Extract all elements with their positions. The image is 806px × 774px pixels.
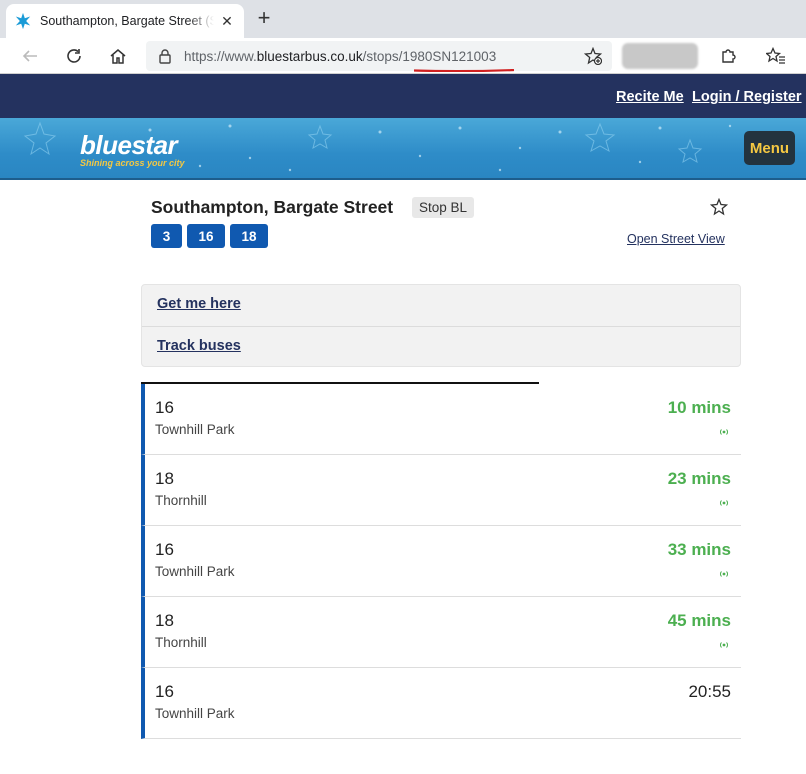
departure-destination: Townhill Park xyxy=(155,706,235,721)
route-pill-3[interactable]: 3 xyxy=(151,224,182,248)
departure-row[interactable]: 18 Thornhill 45 mins xyxy=(141,597,741,668)
live-tracking-icon xyxy=(719,500,729,506)
departure-time: 23 mins xyxy=(667,469,731,488)
live-tracking-icon xyxy=(719,571,729,577)
departure-route: 16 xyxy=(155,398,174,417)
departure-route: 18 xyxy=(155,611,174,630)
new-tab-icon[interactable]: + xyxy=(252,5,276,30)
open-street-view-link[interactable]: Open Street View xyxy=(627,232,725,246)
recite-me-link[interactable]: Recite Me xyxy=(616,89,684,105)
departure-time: 10 mins xyxy=(667,398,731,417)
track-buses-link[interactable]: Track buses xyxy=(157,338,241,354)
login-register-link[interactable]: Login / Register xyxy=(692,89,802,105)
divider xyxy=(142,326,740,327)
departure-destination: Thornhill xyxy=(155,635,207,650)
menu-button[interactable]: Menu xyxy=(744,131,795,165)
departure-route: 18 xyxy=(155,469,174,488)
stop-actions-panel: Get me here Track buses xyxy=(141,284,741,367)
get-me-here-link[interactable]: Get me here xyxy=(157,296,241,312)
url-text[interactable]: https://www.bluestarbus.co.uk/stops/1980… xyxy=(184,49,514,72)
tab-title: Southampton, Bargate Street (Sto xyxy=(40,14,214,28)
departure-time: 45 mins xyxy=(667,611,731,630)
departure-row[interactable]: 16 Townhill Park 20:55 xyxy=(141,668,741,739)
logo-text: bluestar xyxy=(80,130,178,160)
departure-destination: Thornhill xyxy=(155,493,207,508)
extensions-icon[interactable] xyxy=(714,42,742,70)
route-pill-16[interactable]: 16 xyxy=(187,224,225,248)
address-bar[interactable]: https://www.bluestarbus.co.uk/stops/1980… xyxy=(146,41,612,72)
departure-route: 16 xyxy=(155,682,174,701)
stop-code-badge: Stop BL xyxy=(412,197,475,218)
browser-tab-bar: Southampton, Bargate Street (Sto ✕ + xyxy=(0,0,806,38)
logo-tagline: Shining across your city xyxy=(80,158,185,168)
lock-icon[interactable] xyxy=(158,48,172,64)
browser-toolbar: https://www.bluestarbus.co.uk/stops/1980… xyxy=(0,38,806,74)
departure-time: 33 mins xyxy=(667,540,731,559)
departure-destination: Townhill Park xyxy=(155,564,235,579)
site-banner: bluestar Shining across your city Menu xyxy=(0,118,806,180)
bluestar-favicon-icon xyxy=(15,12,31,30)
refresh-icon[interactable] xyxy=(60,42,88,70)
departures-list: 16 Townhill Park 10 mins 18 Thornhill 23… xyxy=(141,384,741,739)
bluestar-logo[interactable]: bluestar Shining across your city xyxy=(80,130,185,168)
add-favorite-icon[interactable] xyxy=(583,46,603,70)
home-icon[interactable] xyxy=(104,42,132,70)
back-arrow-icon[interactable] xyxy=(16,42,44,70)
live-tracking-icon xyxy=(719,429,729,435)
favorites-icon[interactable] xyxy=(762,42,790,70)
red-underline-annotation xyxy=(414,68,514,72)
tab-close-icon[interactable]: ✕ xyxy=(218,12,236,30)
site-top-bar: Recite Me Login / Register xyxy=(0,74,806,118)
browser-tab[interactable]: Southampton, Bargate Street (Sto ✕ xyxy=(6,4,244,38)
departure-route: 16 xyxy=(155,540,174,559)
profile-avatar-blurred[interactable] xyxy=(622,43,698,69)
stop-name: Southampton, Bargate Street xyxy=(151,197,394,217)
departure-row[interactable]: 18 Thornhill 23 mins xyxy=(141,455,741,526)
departure-row[interactable]: 16 Townhill Park 33 mins xyxy=(141,526,741,597)
departure-time-scheduled: 20:55 xyxy=(688,682,731,701)
live-tracking-icon xyxy=(719,642,729,648)
route-pill-18[interactable]: 18 xyxy=(230,224,268,248)
departure-destination: Townhill Park xyxy=(155,422,235,437)
departure-row[interactable]: 16 Townhill Park 10 mins xyxy=(141,384,741,455)
favourite-star-icon[interactable] xyxy=(710,198,728,216)
route-list: 3 16 18 xyxy=(151,224,268,248)
